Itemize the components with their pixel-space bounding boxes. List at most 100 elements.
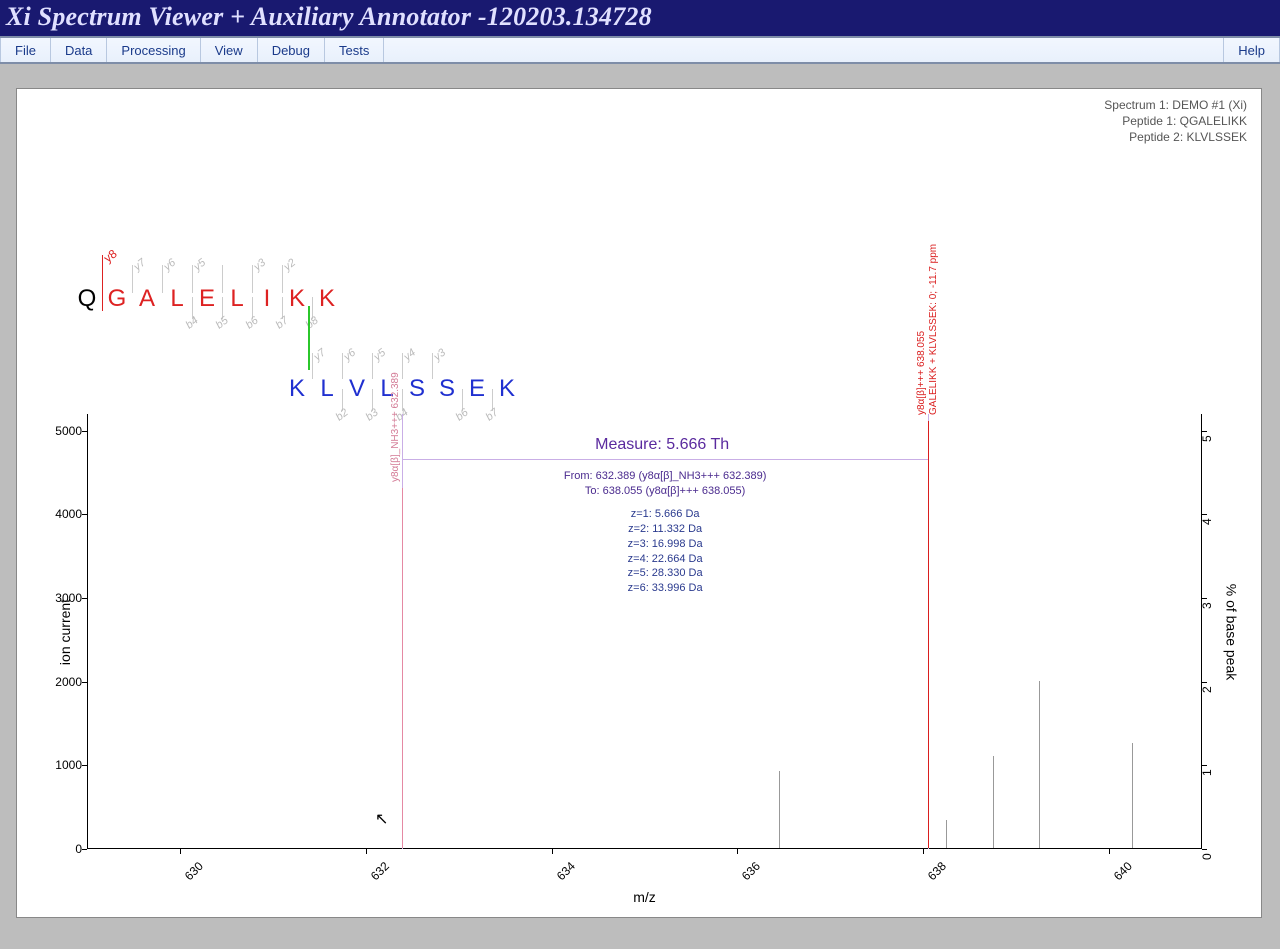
ytick-label-left: 0 [42, 842, 82, 856]
p2-yfrag-tick-4 [402, 353, 403, 379]
menu-data[interactable]: Data [51, 38, 107, 62]
peak-3[interactable] [946, 820, 947, 848]
p2-yfrag-tick-1 [312, 353, 313, 379]
menu-tests[interactable]: Tests [325, 38, 384, 62]
xtick [366, 849, 367, 854]
p1-yfrag-label-3: y6 [162, 257, 179, 274]
ytick-label-right: 3 [1200, 569, 1214, 609]
peak-2[interactable] [779, 771, 780, 848]
meta-spectrum: Spectrum 1: DEMO #1 (Xi) [1104, 97, 1247, 113]
menu-debug[interactable]: Debug [258, 38, 325, 62]
measure-to: To: 638.055 (y8α[β]+++ 638.055) [530, 484, 800, 499]
xtick-label: 636 [739, 859, 763, 883]
ytick-label-left: 4000 [42, 507, 82, 521]
p1-yfrag-label-4: y5 [192, 257, 209, 274]
y-axis-left [87, 414, 88, 849]
y-axis-right [1201, 414, 1202, 849]
measure-zline: z=1: 5.666 Da [610, 507, 720, 522]
p1-residue-4: E [192, 285, 222, 313]
spectrum-meta: Spectrum 1: DEMO #1 (Xi) Peptide 1: QGAL… [1104, 97, 1247, 146]
measure-zline: z=2: 11.332 Da [610, 522, 720, 537]
peak-0[interactable] [402, 488, 403, 848]
p1-residue-2: A [132, 285, 162, 313]
p2-yfrag-label-4: y4 [402, 347, 419, 364]
ytick-left [82, 765, 87, 766]
p2-yfrag-tick-2 [342, 353, 343, 379]
ytick-left [82, 431, 87, 432]
menu-bar: File Data Processing View Debug Tests He… [0, 36, 1280, 64]
p1-yfrag-label-6: y3 [252, 257, 269, 274]
measure-zline: z=3: 16.998 Da [610, 537, 720, 552]
p2-yfrag-label-5: y3 [432, 347, 449, 364]
spectrum-canvas[interactable]: Spectrum 1: DEMO #1 (Xi) Peptide 1: QGAL… [16, 88, 1262, 918]
p1-yfrag-tick-5 [222, 265, 223, 293]
p1-yfrag-tick-4 [192, 265, 193, 293]
peak-label-1: y8α[β]+++ 638.055 [916, 331, 927, 415]
p2-residue-0: K [282, 375, 312, 403]
p2-yfrag-tick-5 [432, 353, 433, 379]
ytick-left [82, 514, 87, 515]
p1-residue-3: L [162, 285, 192, 313]
ytick-label-left: 5000 [42, 424, 82, 438]
measure-from: From: 632.389 (y8α[β]_NH3+++ 632.389) [530, 469, 800, 484]
xtick-label: 630 [182, 859, 206, 883]
ytick-label-left: 2000 [42, 675, 82, 689]
menu-view[interactable]: View [201, 38, 258, 62]
p1-bfrag-label-4: b4 [184, 315, 201, 332]
measure-title: Measure: 5.666 Th [595, 436, 729, 454]
menu-spacer [384, 38, 1223, 62]
peak-5[interactable] [1039, 681, 1040, 848]
ytick-left [82, 598, 87, 599]
peak-6[interactable] [1132, 743, 1133, 848]
peak-1[interactable] [928, 421, 929, 848]
xtick-label: 640 [1111, 859, 1135, 883]
y-axis-label-left: ion current [57, 599, 73, 665]
xtick [923, 849, 924, 854]
ytick-label-left: 1000 [42, 758, 82, 772]
cursor-icon: ↖ [375, 809, 388, 829]
p1-yfrag-tick-1 [102, 255, 103, 311]
ytick-label-right: 5 [1200, 402, 1214, 442]
spectrum-plot[interactable]: 0100020003000400050000123456306326346366… [87, 414, 1202, 949]
measure-charge-states: z=1: 5.666 Daz=2: 11.332 Daz=3: 16.998 D… [610, 507, 720, 596]
peak-label2-1: GALELIKK + KLVLSSEK: 0; -11.7 ppm [928, 244, 939, 415]
p1-bfrag-label-5: b5 [214, 315, 231, 332]
ytick-label-right: 1 [1200, 736, 1214, 776]
x-axis-label: m/z [633, 889, 656, 905]
ytick-label-right: 2 [1200, 653, 1214, 693]
ytick-label-right: 4 [1200, 485, 1214, 525]
xtick-label: 638 [925, 859, 949, 883]
xtick [737, 849, 738, 854]
p1-bfrag-label-7: b7 [274, 315, 291, 332]
p2-yfrag-tick-3 [372, 353, 373, 379]
x-axis [87, 848, 1202, 849]
window-title: Xi Spectrum Viewer + Auxiliary Annotator… [0, 0, 1280, 36]
p2-residue-6: E [462, 375, 492, 403]
p1-yfrag-tick-7 [282, 265, 283, 293]
p1-yfrag-label-7: y2 [282, 257, 299, 274]
p2-yfrag-label-3: y5 [372, 347, 389, 364]
measure-zline: z=4: 22.664 Da [610, 552, 720, 567]
p1-bfrag-label-6: b6 [244, 315, 261, 332]
p2-residue-4: S [402, 375, 432, 403]
ytick-left [82, 849, 87, 850]
menu-help[interactable]: Help [1223, 38, 1280, 62]
xtick-label: 634 [553, 859, 577, 883]
p1-yfrag-label-1: y8 [101, 247, 120, 266]
p1-yfrag-tick-3 [162, 265, 163, 293]
p2-residue-1: L [312, 375, 342, 403]
p1-residue-0: Q [72, 285, 102, 313]
ytick-label-right: 0 [1200, 820, 1214, 860]
menu-processing[interactable]: Processing [107, 38, 200, 62]
measure-from-to: From: 632.389 (y8α[β]_NH3+++ 632.389) To… [530, 469, 800, 499]
measure-zline: z=5: 28.330 Da [610, 566, 720, 581]
p2-yfrag-label-1: y7 [312, 347, 329, 364]
p1-bfrag-label-8: b8 [304, 315, 321, 332]
y-axis-label-right: % of base peak [1224, 584, 1240, 681]
p1-residue-6: I [252, 285, 282, 313]
menu-file[interactable]: File [0, 38, 51, 62]
xtick [1109, 849, 1110, 854]
peak-4[interactable] [993, 756, 994, 848]
p1-yfrag-tick-2 [132, 265, 133, 293]
xtick [180, 849, 181, 854]
